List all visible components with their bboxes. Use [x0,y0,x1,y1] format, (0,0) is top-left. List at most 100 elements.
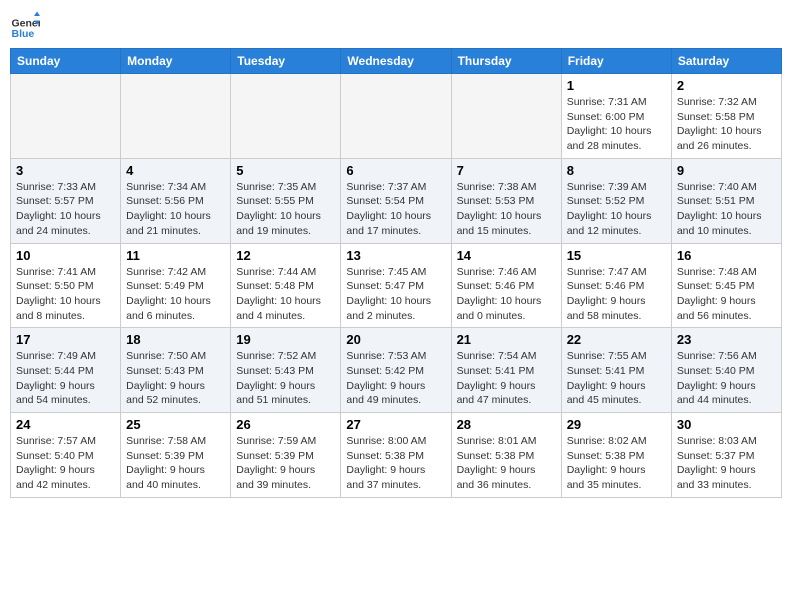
day-info: Sunrise: 8:00 AMSunset: 5:38 PMDaylight:… [346,434,445,493]
day-info: Sunrise: 7:56 AMSunset: 5:40 PMDaylight:… [677,349,776,408]
calendar-cell: 9 Sunrise: 7:40 AMSunset: 5:51 PMDaylight… [671,158,781,243]
calendar-cell [11,74,121,159]
day-number: 6 [346,163,445,178]
day-number: 4 [126,163,225,178]
logo: General Blue [10,10,44,40]
weekday-header: Sunday [11,49,121,74]
calendar-cell: 5 Sunrise: 7:35 AMSunset: 5:55 PMDaylight… [231,158,341,243]
calendar-cell: 4 Sunrise: 7:34 AMSunset: 5:56 PMDaylight… [121,158,231,243]
calendar-week-row: 1Sunrise: 7:31 AMSunset: 6:00 PMDaylight… [11,74,782,159]
day-info: Sunrise: 7:45 AMSunset: 5:47 PMDaylight:… [346,265,445,324]
day-info: Sunrise: 7:54 AMSunset: 5:41 PMDaylight:… [457,349,556,408]
calendar-cell: 2 Sunrise: 7:32 AMSunset: 5:58 PMDaylight… [671,74,781,159]
calendar-cell [451,74,561,159]
calendar-cell: 21 Sunrise: 7:54 AMSunset: 5:41 PMDayligh… [451,328,561,413]
calendar-cell: 13 Sunrise: 7:45 AMSunset: 5:47 PMDayligh… [341,243,451,328]
calendar-cell: 23Sunrise: 7:56 AMSunset: 5:40 PMDayligh… [671,328,781,413]
day-number: 14 [457,248,556,263]
day-number: 21 [457,332,556,347]
day-info: Sunrise: 8:02 AMSunset: 5:38 PMDaylight:… [567,434,666,493]
day-number: 11 [126,248,225,263]
day-number: 7 [457,163,556,178]
day-info: Sunrise: 7:41 AMSunset: 5:50 PMDaylight:… [16,265,115,324]
day-number: 5 [236,163,335,178]
day-number: 22 [567,332,666,347]
day-info: Sunrise: 7:46 AMSunset: 5:46 PMDaylight:… [457,265,556,324]
calendar-cell: 27 Sunrise: 8:00 AMSunset: 5:38 PMDayligh… [341,413,451,498]
calendar-cell: 17Sunrise: 7:49 AMSunset: 5:44 PMDayligh… [11,328,121,413]
day-number: 9 [677,163,776,178]
calendar-week-row: 10 Sunrise: 7:41 AMSunset: 5:50 PMDayligh… [11,243,782,328]
calendar-cell: 18Sunrise: 7:50 AMSunset: 5:43 PMDayligh… [121,328,231,413]
day-number: 18 [126,332,225,347]
day-info: Sunrise: 7:55 AMSunset: 5:41 PMDaylight:… [567,349,666,408]
calendar-cell: 16 Sunrise: 7:48 AMSunset: 5:45 PMDayligh… [671,243,781,328]
day-number: 10 [16,248,115,263]
day-number: 29 [567,417,666,432]
calendar-cell: 7 Sunrise: 7:38 AMSunset: 5:53 PMDaylight… [451,158,561,243]
day-number: 28 [457,417,556,432]
day-number: 26 [236,417,335,432]
calendar-cell: 11Sunrise: 7:42 AMSunset: 5:49 PMDayligh… [121,243,231,328]
day-info: Sunrise: 7:58 AMSunset: 5:39 PMDaylight:… [126,434,225,493]
day-info: Sunrise: 7:44 AMSunset: 5:48 PMDaylight:… [236,265,335,324]
day-info: Sunrise: 7:39 AMSunset: 5:52 PMDaylight:… [567,180,666,239]
day-info: Sunrise: 7:34 AMSunset: 5:56 PMDaylight:… [126,180,225,239]
day-number: 16 [677,248,776,263]
calendar-week-row: 24 Sunrise: 7:57 AMSunset: 5:40 PMDayligh… [11,413,782,498]
day-number: 24 [16,417,115,432]
day-number: 2 [677,78,776,93]
calendar-cell: 14 Sunrise: 7:46 AMSunset: 5:46 PMDayligh… [451,243,561,328]
day-info: Sunrise: 7:32 AMSunset: 5:58 PMDaylight:… [677,95,776,154]
svg-text:Blue: Blue [12,28,35,40]
calendar-cell: 6 Sunrise: 7:37 AMSunset: 5:54 PMDaylight… [341,158,451,243]
calendar-cell: 1Sunrise: 7:31 AMSunset: 6:00 PMDaylight… [561,74,671,159]
day-number: 30 [677,417,776,432]
day-info: Sunrise: 7:31 AMSunset: 6:00 PMDaylight:… [567,95,666,154]
day-number: 27 [346,417,445,432]
calendar-cell: 8 Sunrise: 7:39 AMSunset: 5:52 PMDaylight… [561,158,671,243]
calendar-cell [341,74,451,159]
day-number: 19 [236,332,335,347]
calendar-cell: 12 Sunrise: 7:44 AMSunset: 5:48 PMDayligh… [231,243,341,328]
calendar-cell: 28Sunrise: 8:01 AMSunset: 5:38 PMDayligh… [451,413,561,498]
day-number: 25 [126,417,225,432]
day-info: Sunrise: 8:03 AMSunset: 5:37 PMDaylight:… [677,434,776,493]
day-info: Sunrise: 7:40 AMSunset: 5:51 PMDaylight:… [677,180,776,239]
calendar-week-row: 17Sunrise: 7:49 AMSunset: 5:44 PMDayligh… [11,328,782,413]
logo-icon: General Blue [10,10,40,40]
weekday-header: Saturday [671,49,781,74]
calendar-week-row: 3 Sunrise: 7:33 AMSunset: 5:57 PMDaylight… [11,158,782,243]
calendar-cell: 10 Sunrise: 7:41 AMSunset: 5:50 PMDayligh… [11,243,121,328]
day-info: Sunrise: 7:37 AMSunset: 5:54 PMDaylight:… [346,180,445,239]
day-number: 15 [567,248,666,263]
day-info: Sunrise: 7:38 AMSunset: 5:53 PMDaylight:… [457,180,556,239]
day-info: Sunrise: 7:52 AMSunset: 5:43 PMDaylight:… [236,349,335,408]
day-info: Sunrise: 7:57 AMSunset: 5:40 PMDaylight:… [16,434,115,493]
weekday-header: Tuesday [231,49,341,74]
day-info: Sunrise: 7:48 AMSunset: 5:45 PMDaylight:… [677,265,776,324]
day-number: 13 [346,248,445,263]
calendar-cell: 3 Sunrise: 7:33 AMSunset: 5:57 PMDaylight… [11,158,121,243]
day-info: Sunrise: 7:53 AMSunset: 5:42 PMDaylight:… [346,349,445,408]
weekday-header: Friday [561,49,671,74]
day-info: Sunrise: 7:35 AMSunset: 5:55 PMDaylight:… [236,180,335,239]
calendar-cell: 25 Sunrise: 7:58 AMSunset: 5:39 PMDayligh… [121,413,231,498]
weekday-header: Thursday [451,49,561,74]
weekday-header: Wednesday [341,49,451,74]
calendar-cell: 30 Sunrise: 8:03 AMSunset: 5:37 PMDayligh… [671,413,781,498]
page-header: General Blue [10,10,782,40]
day-info: Sunrise: 7:33 AMSunset: 5:57 PMDaylight:… [16,180,115,239]
calendar-cell: 19 Sunrise: 7:52 AMSunset: 5:43 PMDayligh… [231,328,341,413]
day-number: 8 [567,163,666,178]
day-number: 12 [236,248,335,263]
day-number: 3 [16,163,115,178]
calendar-header-row: SundayMondayTuesdayWednesdayThursdayFrid… [11,49,782,74]
calendar-table: SundayMondayTuesdayWednesdayThursdayFrid… [10,48,782,498]
day-number: 17 [16,332,115,347]
calendar-cell: 26Sunrise: 7:59 AMSunset: 5:39 PMDayligh… [231,413,341,498]
day-number: 20 [346,332,445,347]
calendar-cell: 22 Sunrise: 7:55 AMSunset: 5:41 PMDayligh… [561,328,671,413]
calendar-cell: 29 Sunrise: 8:02 AMSunset: 5:38 PMDayligh… [561,413,671,498]
calendar-cell [231,74,341,159]
